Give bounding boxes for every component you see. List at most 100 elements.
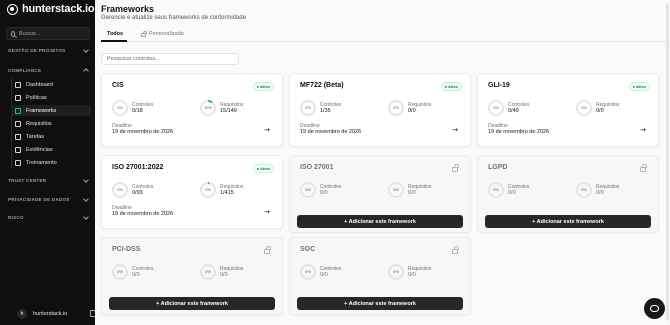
progress-percent: 0%: [202, 266, 214, 278]
metric-label: Requisitos: [220, 265, 244, 272]
metric-value: 0/0: [220, 271, 228, 278]
arrow-right-icon[interactable]: →: [264, 208, 270, 216]
metric-value: 15/149: [220, 107, 237, 114]
avatar: h: [17, 309, 27, 319]
add-framework-button[interactable]: + Adicionar este framework: [109, 297, 275, 310]
metric-value: 0/0: [132, 271, 140, 278]
checklist-icon: [15, 120, 21, 127]
section-label: TRUST CENTER: [8, 178, 47, 183]
framework-card[interactable]: PCI-DSS 0% Controles 0/0 0% Requisitos 0/0 + Ad…: [101, 237, 283, 315]
framework-card[interactable]: GLI-19 ● Ativo 0% Controles 0/49 0% Requisitos…: [477, 73, 659, 147]
progress-ring: 0%: [576, 182, 592, 198]
sidebar-search[interactable]: [6, 27, 90, 40]
page-title: Frameworks: [101, 4, 155, 14]
search-input[interactable]: [19, 30, 89, 37]
metric-label: Requisitos: [220, 101, 244, 108]
progress-ring: 0%: [200, 264, 216, 280]
sidebar-item-politicas[interactable]: Políticas: [11, 92, 91, 103]
framework-card[interactable]: CIS ● Ativo 0% Controles 0/18 10% Requisitos 15…: [101, 73, 283, 147]
user-menu[interactable]: h hunterstack.io: [17, 309, 67, 319]
metric-label: Controles: [132, 265, 154, 272]
framework-card[interactable]: MF722 (Beta) ● Ativo 0% Controles 1/35 0% Requ…: [289, 73, 471, 147]
metric-value: 0/0: [408, 189, 416, 196]
sidebar: hunterstack.io GESTÃO DE PROJETOS COMPLI…: [0, 0, 97, 325]
progress-ring: 0%: [112, 182, 128, 198]
tab-label: Personalizado: [149, 31, 184, 37]
metric-label: Requisitos: [220, 183, 244, 190]
framework-name: CIS: [112, 82, 124, 89]
section-gestao-de-projetos[interactable]: GESTÃO DE PROJETOS: [8, 46, 90, 53]
metric-label: Requisitos: [596, 183, 620, 190]
metric-label: Controles: [320, 265, 342, 272]
controls-metric: 0% Controles 0/93: [112, 182, 153, 198]
progress-percent: 0%: [490, 184, 502, 196]
sidebar-item-label: Treinamento: [26, 159, 57, 166]
requirements-metric: 0% Requisitos 1/415: [200, 182, 243, 198]
metric-label: Controles: [320, 101, 342, 108]
active-badge: ● Ativo: [252, 164, 274, 173]
brand-logo-icon: [7, 3, 18, 15]
section-trust-center[interactable]: TRUST CENTER: [8, 176, 90, 183]
controls-metric: 0% Controles 0/49: [488, 100, 529, 116]
controls-metric: 0% Controles 0/18: [112, 100, 153, 116]
search-controls-input[interactable]: [101, 53, 239, 65]
brand-name: hunterstack.io: [22, 3, 95, 15]
framework-name: MF722 (Beta): [300, 82, 344, 89]
sidebar-item-requisitos[interactable]: Requisitos: [11, 118, 91, 129]
progress-ring: 0%: [388, 182, 404, 198]
sidebar-item-evidencias[interactable]: Evidências: [11, 144, 91, 155]
requirements-metric: 0% Requisitos 0/0: [388, 100, 431, 116]
section-compliance[interactable]: COMPLIANCE: [8, 67, 90, 74]
add-framework-button[interactable]: + Adicionar este framework: [485, 215, 651, 228]
progress-percent: 0%: [390, 184, 402, 196]
metric-label: Requisitos: [408, 265, 432, 272]
progress-ring: 0%: [112, 100, 128, 116]
metric-value: 0/49: [508, 107, 519, 114]
progress-ring: 0%: [300, 264, 316, 280]
arrow-right-icon[interactable]: →: [264, 126, 270, 134]
add-framework-button[interactable]: + Adicionar este framework: [297, 297, 463, 310]
arrow-right-icon[interactable]: →: [640, 126, 646, 134]
chevron-down-icon: [83, 176, 89, 183]
metric-value: 0/0: [320, 189, 328, 196]
progress-ring: 0%: [300, 100, 316, 116]
sidebar-item-label: Políticas: [26, 94, 47, 101]
metric-value: 1/35: [320, 107, 331, 114]
tab-todos[interactable]: Todos: [107, 31, 123, 37]
requirements-metric: 10% Requisitos 15/149: [200, 100, 243, 116]
sidebar-item-treinamento[interactable]: Treinamento: [11, 157, 91, 168]
requirements-metric: 0% Requisitos 0/0: [576, 100, 619, 116]
sidebar-item-label: Evidências: [26, 146, 53, 153]
chevron-down-icon: [83, 213, 89, 220]
chat-button[interactable]: [644, 298, 665, 319]
section-privacidade-de-dados[interactable]: PRIVACIDADE DE DADOS: [8, 195, 90, 202]
deadline-value: 19 de novembro de 2026: [300, 129, 362, 135]
requirements-metric: 0% Requisitos 0/0: [388, 182, 431, 198]
controls-metric: 0% Controles 0/0: [300, 182, 341, 198]
metric-label: Controles: [508, 101, 530, 108]
scrollbar[interactable]: [666, 4, 669, 321]
add-framework-button[interactable]: + Adicionar este framework: [297, 215, 463, 228]
progress-percent: 0%: [302, 102, 314, 114]
framework-card[interactable]: ISO 27001 0% Controles 0/0 0% Requisitos 0/0 + …: [289, 155, 471, 233]
section-risco[interactable]: RISCO: [8, 213, 90, 220]
sidebar-item-label: Tarefas: [26, 133, 45, 140]
tab-personalizado[interactable]: Personalizado: [141, 30, 184, 37]
sidebar-item-label: Requisitos: [26, 120, 52, 127]
sidebar-item-frameworks[interactable]: Frameworks: [11, 105, 91, 116]
sidebar-item-dashboard[interactable]: Dashboard: [11, 79, 91, 90]
metric-label: Requisitos: [596, 101, 620, 108]
frameworks-icon: [15, 107, 21, 114]
deadline-value: 19 de novembro de 2026: [488, 129, 550, 135]
brand[interactable]: hunterstack.io: [7, 3, 95, 15]
framework-card[interactable]: ISO 27001:2022 ● Ativo 0% Controles 0/93 0% Re…: [101, 155, 283, 229]
active-badge: ● Ativo: [628, 82, 650, 91]
controls-metric: 0% Controles 1/35: [300, 100, 341, 116]
progress-percent: 0%: [114, 102, 126, 114]
arrow-right-icon[interactable]: →: [452, 126, 458, 134]
framework-card[interactable]: LGPD 0% Controles 0/0 0% Requisitos 0/0 + Adici…: [477, 155, 659, 233]
framework-card[interactable]: SOC 0% Controles 0/0 0% Requisitos 0/0 + Adicio…: [289, 237, 471, 315]
sidebar-item-tarefas[interactable]: Tarefas: [11, 131, 91, 142]
metric-value: 0/93: [132, 189, 143, 196]
section-label: GESTÃO DE PROJETOS: [8, 48, 66, 53]
